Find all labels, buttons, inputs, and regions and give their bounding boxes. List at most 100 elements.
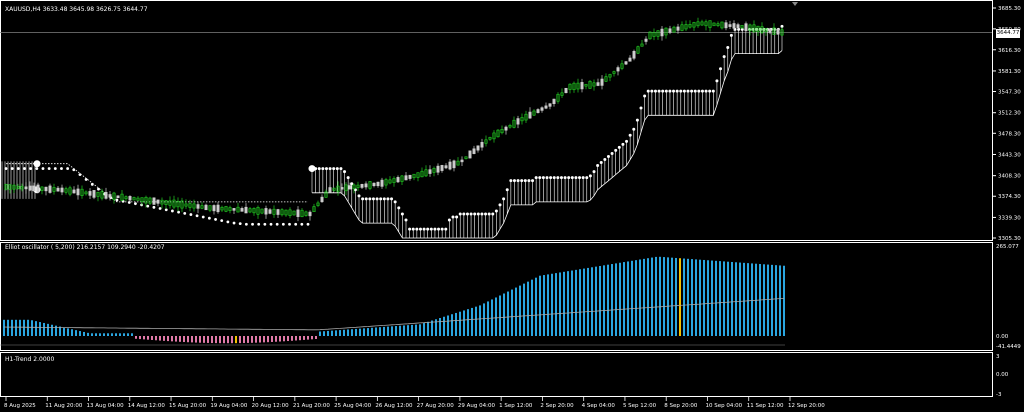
candle-body bbox=[596, 82, 600, 86]
trail-dot bbox=[343, 170, 347, 174]
trading-chart[interactable]: 3685.303650.803616.303581.303547.303512.… bbox=[0, 0, 1024, 412]
candle-body bbox=[360, 184, 364, 188]
osc-bar bbox=[511, 289, 513, 336]
candle-body bbox=[128, 196, 132, 201]
osc-bar bbox=[251, 336, 253, 343]
trail-dot bbox=[578, 176, 582, 180]
osc-bar bbox=[159, 336, 161, 341]
osc-bar bbox=[7, 319, 9, 336]
osc-bar bbox=[519, 285, 521, 336]
osc-bar bbox=[23, 319, 25, 336]
trail-dot bbox=[462, 212, 466, 216]
trail-dot-left bbox=[47, 167, 51, 170]
osc-bar bbox=[375, 327, 377, 336]
price-axis-label: 3478.30 bbox=[998, 131, 1021, 137]
candle-body bbox=[452, 160, 456, 169]
trail-dot-left bbox=[23, 167, 26, 170]
osc-bar bbox=[67, 328, 69, 336]
osc-bar bbox=[727, 261, 729, 336]
trail-dot bbox=[321, 167, 325, 171]
trail-dot bbox=[737, 27, 741, 31]
trail-dot bbox=[404, 218, 408, 222]
trail-dot bbox=[415, 227, 419, 231]
main-panel-frame bbox=[0, 0, 993, 241]
candle-body bbox=[460, 159, 464, 163]
osc-bar bbox=[243, 336, 245, 344]
trail-dot bbox=[324, 167, 328, 171]
osc-bar bbox=[95, 333, 97, 336]
trail-dot bbox=[400, 212, 404, 216]
candle-body bbox=[448, 161, 452, 170]
osc-bar bbox=[643, 258, 645, 336]
trail-dot bbox=[643, 94, 647, 98]
trail-dot bbox=[708, 89, 712, 93]
candle-body bbox=[92, 190, 96, 198]
candle-body bbox=[216, 204, 220, 213]
osc-bar bbox=[11, 319, 13, 336]
candle-body bbox=[268, 209, 272, 214]
trend-panel-frame bbox=[0, 352, 993, 397]
trail-dot-left bbox=[177, 210, 180, 214]
candle-body bbox=[628, 57, 632, 62]
candle-body bbox=[468, 150, 472, 159]
candle-body bbox=[728, 24, 732, 27]
trail-dot-left bbox=[152, 205, 156, 209]
osc-bar bbox=[339, 330, 341, 336]
osc-bar bbox=[43, 322, 45, 336]
osc-bar bbox=[151, 336, 153, 340]
osc-bar bbox=[515, 287, 517, 336]
trail-dot bbox=[335, 167, 339, 171]
trail-dot bbox=[563, 176, 567, 180]
osc-bar bbox=[367, 328, 369, 336]
candle-body bbox=[504, 126, 508, 131]
trail-dot-left bbox=[78, 173, 82, 177]
osc-bar bbox=[39, 322, 41, 336]
trail-dot-left bbox=[269, 222, 273, 226]
osc-bar bbox=[483, 303, 485, 336]
trail-dot bbox=[516, 179, 520, 183]
trail-dot bbox=[444, 227, 448, 231]
trail-dot bbox=[588, 174, 592, 178]
trail-dot bbox=[491, 212, 495, 216]
osc-bar bbox=[99, 333, 101, 336]
candle-body bbox=[540, 107, 544, 111]
candle-body bbox=[32, 185, 36, 192]
trail-dot-left bbox=[251, 222, 254, 226]
candle-body bbox=[644, 38, 648, 42]
trail-dot bbox=[722, 55, 726, 59]
osc-bar bbox=[19, 319, 21, 336]
osc-bar bbox=[299, 336, 301, 341]
trail-dot bbox=[585, 176, 589, 180]
osc-bar bbox=[287, 336, 289, 342]
trail-dot bbox=[451, 215, 455, 219]
price-axis-label: 3581.30 bbox=[998, 69, 1021, 75]
candle-body bbox=[36, 184, 40, 193]
osc-bar bbox=[255, 336, 257, 343]
osc-bar bbox=[779, 265, 781, 336]
trail-dot-left bbox=[232, 221, 236, 225]
time-axis-label: 11 Sep 12:00 bbox=[747, 403, 784, 409]
osc-bar bbox=[743, 262, 745, 336]
osc-bar bbox=[135, 336, 137, 339]
candle-body bbox=[544, 105, 548, 109]
osc-bar bbox=[639, 259, 641, 336]
osc-bar bbox=[307, 336, 309, 340]
trail-dot-left bbox=[60, 167, 63, 170]
osc-bar bbox=[499, 295, 501, 336]
trail-dot bbox=[538, 176, 542, 180]
time-axis-label: 26 Aug 12:00 bbox=[375, 403, 413, 409]
candle-body bbox=[28, 185, 32, 191]
candle-body bbox=[156, 199, 160, 204]
candle-body bbox=[768, 28, 772, 33]
osc-bar bbox=[719, 261, 721, 336]
candle-body bbox=[744, 23, 748, 32]
osc-bar bbox=[303, 336, 305, 340]
osc-bar bbox=[663, 257, 665, 336]
price-axis-label: 3339.30 bbox=[998, 215, 1021, 221]
osc-bar bbox=[535, 277, 537, 336]
trail-dot-left bbox=[171, 209, 174, 213]
trail-dot-left bbox=[281, 222, 285, 226]
trail-dot bbox=[556, 176, 560, 180]
trail-dot-left bbox=[72, 168, 76, 172]
osc-bar bbox=[323, 331, 325, 336]
